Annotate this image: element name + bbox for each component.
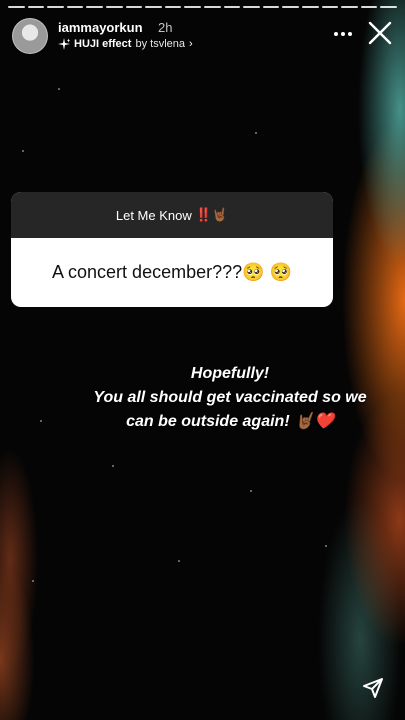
progress-segment xyxy=(243,6,260,8)
sparkle-icon xyxy=(58,38,70,50)
more-options-icon[interactable] xyxy=(333,24,353,44)
answer-text: Hopefully! You all should get vaccinated… xyxy=(60,362,400,434)
effect-attribution[interactable]: HUJI effect by tsvlena › xyxy=(58,38,193,50)
background-speck xyxy=(32,580,34,582)
effect-creator: by tsvlena xyxy=(135,38,185,50)
background-speck xyxy=(58,88,60,90)
question-title-emoji: ‼️🤘🏾 xyxy=(195,207,229,222)
progress-segment xyxy=(105,6,123,8)
avatar[interactable] xyxy=(12,18,48,54)
progress-segment xyxy=(301,6,319,8)
story-progress-bar xyxy=(8,6,397,8)
progress-segment xyxy=(223,6,241,8)
close-icon[interactable] xyxy=(367,20,393,46)
username[interactable]: iammayorkun xyxy=(58,20,143,35)
question-sticker-header: Let Me Know ‼️🤘🏾 xyxy=(11,192,333,238)
answer-line: Hopefully! xyxy=(190,365,270,382)
progress-segment xyxy=(360,6,378,8)
effect-name: HUJI effect xyxy=(74,38,132,50)
background-speck xyxy=(250,490,252,492)
question-text: A concert december???🥺 🥺 xyxy=(52,262,292,282)
chevron-right-icon: › xyxy=(189,38,193,50)
progress-segment xyxy=(341,6,358,8)
progress-segment xyxy=(8,6,25,8)
answer-line: can be outside again! 🤘🏾❤️ xyxy=(126,413,334,430)
post-time: 2h xyxy=(158,20,173,35)
progress-segment xyxy=(203,6,221,8)
background-speck xyxy=(255,132,257,134)
progress-segment xyxy=(27,6,45,8)
story-header: iammayorkun 2h HUJI effect by tsvlena › xyxy=(12,16,393,60)
background-speck xyxy=(22,150,24,152)
answer-line: You all should get vaccinated so we xyxy=(93,389,367,406)
progress-segment xyxy=(380,6,397,8)
progress-segment xyxy=(125,6,143,8)
progress-segment xyxy=(321,6,339,8)
progress-segment xyxy=(282,6,299,8)
background-speck xyxy=(178,560,180,562)
send-icon[interactable] xyxy=(361,676,385,700)
progress-segment xyxy=(66,6,84,8)
question-title: Let Me Know xyxy=(115,207,192,223)
progress-segment xyxy=(184,6,201,8)
background-speck xyxy=(40,420,42,422)
background-speck xyxy=(325,545,327,547)
progress-segment xyxy=(86,6,103,8)
progress-segment xyxy=(145,6,162,8)
story-background xyxy=(0,0,405,720)
progress-segment xyxy=(47,6,64,8)
question-sticker[interactable]: Let Me Know ‼️🤘🏾 A concert december???🥺 … xyxy=(11,192,333,307)
progress-segment xyxy=(262,6,280,8)
progress-segment xyxy=(164,6,182,8)
background-speck xyxy=(112,465,114,467)
